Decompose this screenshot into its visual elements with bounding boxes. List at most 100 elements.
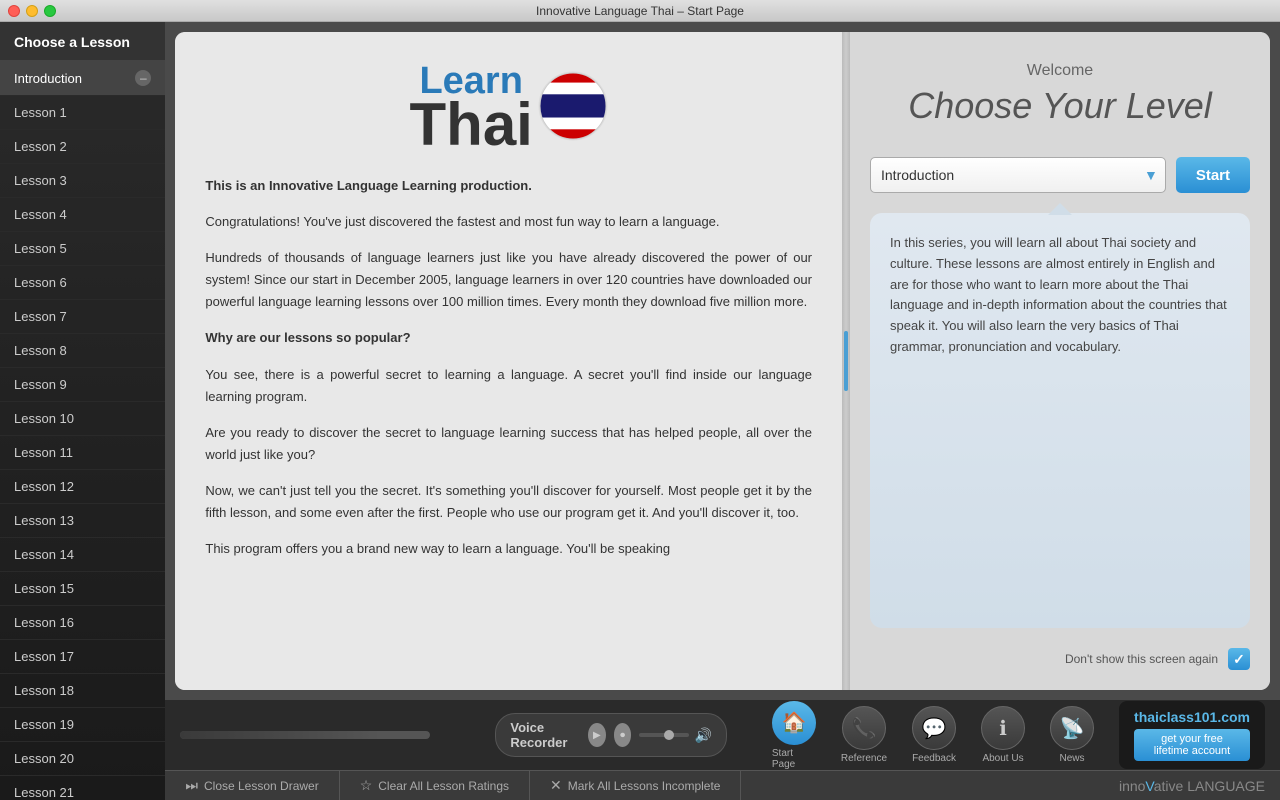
start-button[interactable]: Start <box>1176 157 1250 193</box>
article-content: This is an Innovative Language Learning … <box>205 175 812 560</box>
sidebar-item-lesson11[interactable]: Lesson 11 <box>0 436 165 470</box>
sidebar-item-lesson14[interactable]: Lesson 14 <box>0 538 165 572</box>
nav-feedback-label: Feedback <box>912 753 956 764</box>
sidebar-item-lesson9[interactable]: Lesson 9 <box>0 368 165 402</box>
progress-bar <box>180 731 430 739</box>
sidebar-item-label: Lesson 18 <box>14 683 74 698</box>
sidebar-item-lesson20[interactable]: Lesson 20 <box>0 742 165 776</box>
sidebar-item-lesson5[interactable]: Lesson 5 <box>0 232 165 266</box>
sidebar-item-lesson19[interactable]: Lesson 19 <box>0 708 165 742</box>
sidebar-item-label: Lesson 20 <box>14 751 74 766</box>
brand-cta[interactable]: get your free lifetime account <box>1134 729 1250 761</box>
sidebar-item-lesson1[interactable]: Lesson 1 <box>0 96 165 130</box>
choose-level-title: Choose Your Level <box>870 85 1250 127</box>
sidebar-item-lesson18[interactable]: Lesson 18 <box>0 674 165 708</box>
nav-about-us[interactable]: ℹ About Us <box>971 701 1035 769</box>
play-button[interactable]: ▶ <box>588 723 606 747</box>
sidebar-item-label: Lesson 16 <box>14 615 74 630</box>
close-lesson-drawer-button[interactable]: ⏭ Close Lesson Drawer <box>165 771 339 800</box>
nav-feedback[interactable]: 💬 Feedback <box>902 701 966 769</box>
feedback-icon: 💬 <box>912 706 956 750</box>
sidebar-item-lesson7[interactable]: Lesson 7 <box>0 300 165 334</box>
bottom-controls: Voice Recorder ▶ ⏺ 🔊 🏠 Start Page 📞 <box>165 700 1280 770</box>
dont-show-row: Don't show this screen again <box>870 648 1250 670</box>
logo-v: V <box>1145 778 1153 794</box>
sidebar-item-introduction[interactable]: Introduction – <box>0 61 165 96</box>
sidebar-item-label: Lesson 21 <box>14 785 74 800</box>
clear-ratings-label: Clear All Lesson Ratings <box>378 779 509 793</box>
maximize-button[interactable] <box>44 5 56 17</box>
sidebar-item-label: Lesson 19 <box>14 717 74 732</box>
sidebar-item-label: Lesson 13 <box>14 513 74 528</box>
content-area: Learn Thai <box>165 22 1280 800</box>
traffic-lights[interactable] <box>8 5 56 17</box>
minimize-button[interactable] <box>26 5 38 17</box>
main-panel: Learn Thai <box>175 32 1270 690</box>
x-icon: ✕ <box>550 777 562 794</box>
sidebar-item-label: Introduction <box>14 71 82 86</box>
mark-incomplete-button[interactable]: ✕ Mark All Lessons Incomplete <box>530 771 741 800</box>
sidebar-item-lesson21[interactable]: Lesson 21 <box>0 776 165 800</box>
sidebar-item-label: Lesson 2 <box>14 139 67 154</box>
sidebar-item-label: Lesson 6 <box>14 275 67 290</box>
sidebar-item-lesson6[interactable]: Lesson 6 <box>0 266 165 300</box>
logo-text: Learn Thai <box>410 62 533 155</box>
article-p2: Hundreds of thousands of language learne… <box>205 247 812 313</box>
clear-ratings-button[interactable]: ☆ Clear All Lesson Ratings <box>340 771 530 800</box>
sidebar-item-lesson4[interactable]: Lesson 4 <box>0 198 165 232</box>
home-icon: 🏠 <box>772 701 816 745</box>
nav-reference-label: Reference <box>841 753 887 764</box>
sidebar-item-lesson17[interactable]: Lesson 17 <box>0 640 165 674</box>
nav-start-page[interactable]: 🏠 Start Page <box>762 696 826 775</box>
close-lesson-drawer-label: Close Lesson Drawer <box>204 779 319 793</box>
sidebar-item-label: Lesson 3 <box>14 173 67 188</box>
sidebar-item-lesson16[interactable]: Lesson 16 <box>0 606 165 640</box>
nav-news[interactable]: 📡 News <box>1040 701 1104 769</box>
sidebar-item-lesson12[interactable]: Lesson 12 <box>0 470 165 504</box>
sidebar-item-lesson8[interactable]: Lesson 8 <box>0 334 165 368</box>
sidebar-item-lesson3[interactable]: Lesson 3 <box>0 164 165 198</box>
thai-flag <box>538 71 608 146</box>
welcome-text: Welcome <box>870 62 1250 80</box>
sidebar-item-label: Lesson 5 <box>14 241 67 256</box>
article-bold-intro: This is an Innovative Language Learning … <box>205 178 531 193</box>
sidebar-item-lesson13[interactable]: Lesson 13 <box>0 504 165 538</box>
description-bubble: In this series, you will learn all about… <box>870 213 1250 628</box>
innovative-logo: innoVative LANGUAGE <box>1119 778 1280 794</box>
nav-start-page-label: Start Page <box>772 748 816 770</box>
sidebar-list: Introduction – Lesson 1 Lesson 2 Lesson … <box>0 61 165 800</box>
sidebar-item-label: Lesson 8 <box>14 343 67 358</box>
left-content[interactable]: Learn Thai <box>175 32 842 690</box>
sidebar-item-label: Lesson 12 <box>14 479 74 494</box>
nav-reference[interactable]: 📞 Reference <box>831 701 897 769</box>
content-divider <box>842 32 850 690</box>
nav-news-label: News <box>1060 753 1085 764</box>
article-p6: This program offers you a brand new way … <box>205 538 812 560</box>
speaker-icon: 🔊 <box>694 727 711 744</box>
sidebar-item-label: Lesson 11 <box>14 445 73 460</box>
description-text: In this series, you will learn all about… <box>890 235 1227 354</box>
volume-slider[interactable] <box>639 733 689 737</box>
sidebar-item-collapse-icon[interactable]: – <box>135 70 151 86</box>
window-title: Innovative Language Thai – Start Page <box>536 4 744 18</box>
article-p1: Congratulations! You've just discovered … <box>205 211 812 233</box>
brand-area: thaiclass101.com get your free lifetime … <box>1119 701 1265 769</box>
level-dropdown-wrapper[interactable]: Introduction Beginner Intermediate Advan… <box>870 157 1166 193</box>
sidebar-item-label: Lesson 14 <box>14 547 74 562</box>
recorder-controls: Voice Recorder ▶ ⏺ 🔊 <box>495 713 727 757</box>
record-button[interactable]: ⏺ <box>614 723 632 747</box>
level-selector-row: Introduction Beginner Intermediate Advan… <box>870 157 1250 193</box>
logo-thai: Thai <box>410 95 533 155</box>
dont-show-checkbox[interactable] <box>1228 648 1250 670</box>
sidebar-item-lesson15[interactable]: Lesson 15 <box>0 572 165 606</box>
sidebar-item-label: Lesson 15 <box>14 581 74 596</box>
app-container: Choose a Lesson Introduction – Lesson 1 … <box>0 22 1280 800</box>
sidebar-item-lesson10[interactable]: Lesson 10 <box>0 402 165 436</box>
volume-area: 🔊 <box>639 727 711 744</box>
level-dropdown[interactable]: Introduction Beginner Intermediate Advan… <box>870 157 1166 193</box>
logo-area: Learn Thai <box>205 52 812 175</box>
about-icon: ℹ <box>981 706 1025 750</box>
sidebar-item-lesson2[interactable]: Lesson 2 <box>0 130 165 164</box>
article-bold-why: Why are our lessons so popular? <box>205 330 410 345</box>
close-button[interactable] <box>8 5 20 17</box>
